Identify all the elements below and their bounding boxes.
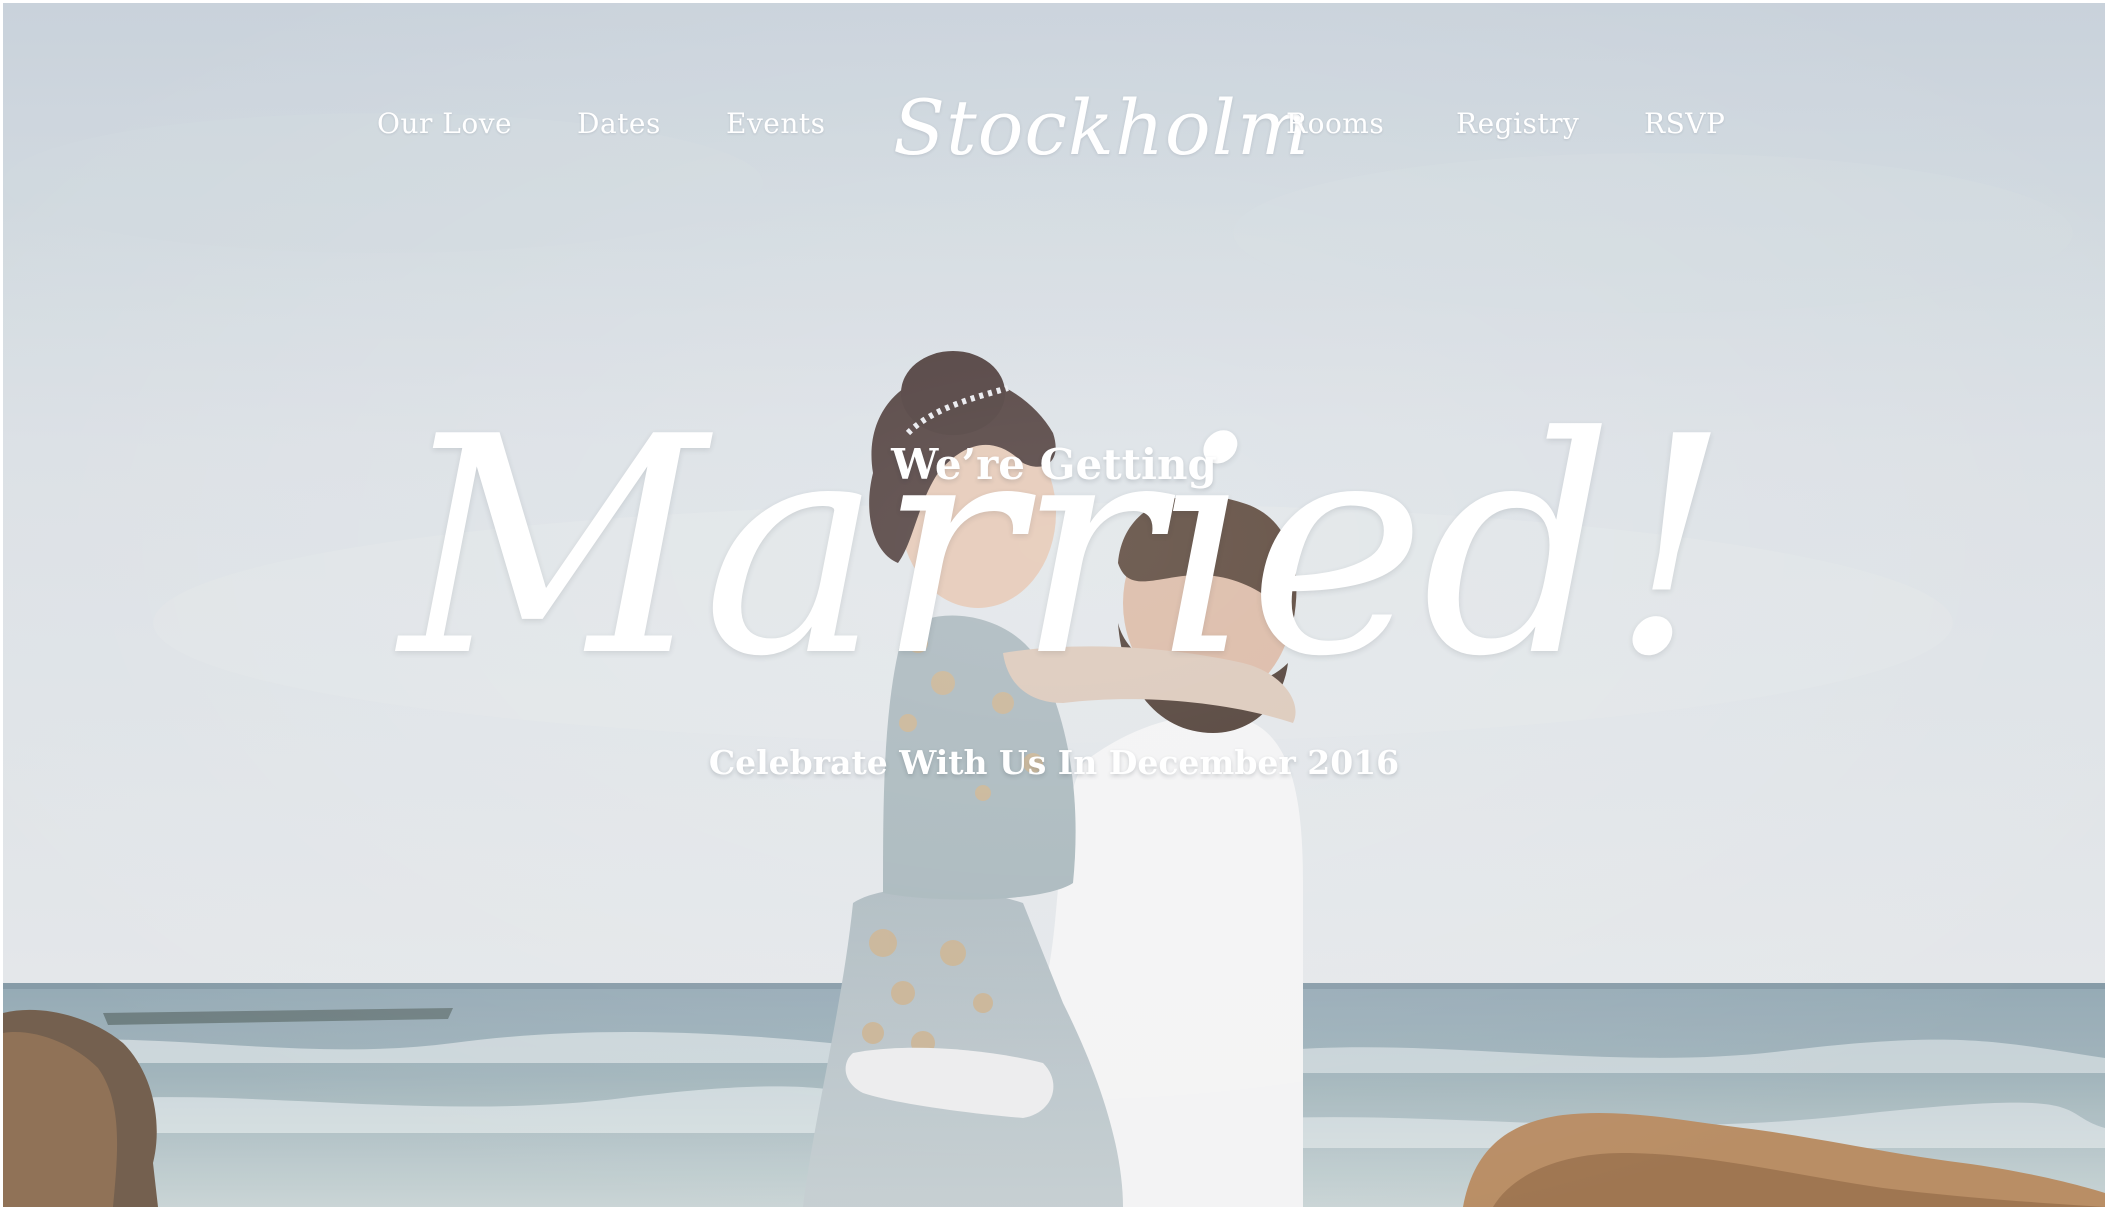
hero-title: Married! <box>399 373 1731 722</box>
nav-item-registry[interactable]: Registry <box>1456 107 1579 141</box>
hero-pre-title: We’re Getting <box>891 440 1217 489</box>
nav-item-events[interactable]: Events <box>726 107 825 141</box>
page: Our Love Dates Events Stockholm Rooms Re… <box>3 3 2105 1207</box>
nav-item-our-love[interactable]: Our Love <box>377 107 512 141</box>
nav-item-dates[interactable]: Dates <box>577 107 661 141</box>
nav-item-rooms[interactable]: Rooms <box>1286 107 1384 141</box>
nav-item-rsvp[interactable]: RSVP <box>1644 107 1725 141</box>
main-nav: Our Love Dates Events Stockholm Rooms Re… <box>3 3 2105 263</box>
hero-subtitle: Celebrate With Us In December 2016 <box>708 743 1400 782</box>
site-logo[interactable]: Stockholm <box>893 78 1309 178</box>
